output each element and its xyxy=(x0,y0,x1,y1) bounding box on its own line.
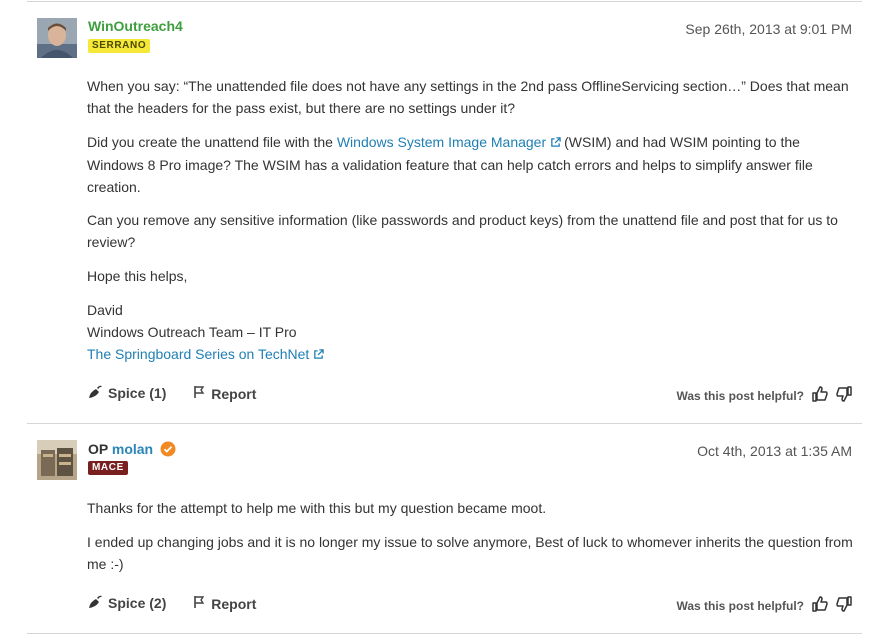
spice-button[interactable]: Spice (2) xyxy=(87,593,166,612)
report-button[interactable]: Report xyxy=(192,385,256,402)
helpful-prompt: Was this post helpful? xyxy=(676,596,852,615)
report-label: Report xyxy=(211,385,257,402)
report-button[interactable]: Report xyxy=(192,595,256,612)
signature-team: Windows Outreach Team – IT Pro xyxy=(87,324,297,340)
post-actions: Spice (1) Report xyxy=(87,383,278,402)
op-label: OP xyxy=(88,441,108,457)
divider xyxy=(27,423,862,424)
author-name[interactable]: WinOutreach4 xyxy=(88,18,183,34)
post-paragraph: Thanks for the attempt to help me with t… xyxy=(87,500,547,516)
helpful-label: Was this post helpful? xyxy=(676,388,804,403)
post-date[interactable]: Sep 26th, 2013 at 9:01 PM xyxy=(685,21,852,37)
helpful-label: Was this post helpful? xyxy=(676,598,804,613)
spice-label: Spice (2) xyxy=(108,594,167,611)
post-paragraph: Hope this helps, xyxy=(87,268,188,284)
thumbs-down-icon[interactable] xyxy=(836,596,852,615)
springboard-link[interactable]: The Springboard Series on TechNet xyxy=(87,346,309,362)
pepper-icon xyxy=(87,593,108,612)
post-paragraph: Did you create the unattend file with th… xyxy=(87,131,857,198)
post-paragraph: When you say: “The unattended file does … xyxy=(87,78,849,116)
rank-badge: SERRANO xyxy=(88,39,151,53)
thumbs-up-icon[interactable] xyxy=(812,596,828,615)
flag-icon xyxy=(192,595,211,612)
text-segment: Did you create the unattend file with th… xyxy=(87,134,337,150)
spice-label: Spice (1) xyxy=(108,384,167,401)
divider-bottom xyxy=(27,633,862,634)
thumbs-down-icon[interactable] xyxy=(836,386,852,405)
pepper-icon xyxy=(87,383,108,402)
rank-badge: MACE xyxy=(88,461,128,475)
signature: David Windows Outreach Team – IT Pro The… xyxy=(87,299,857,366)
post-date[interactable]: Oct 4th, 2013 at 1:35 AM xyxy=(697,443,852,459)
wsim-link[interactable]: Windows System Image Manager xyxy=(337,134,546,150)
verified-badge-icon xyxy=(160,441,176,461)
helpful-prompt: Was this post helpful? xyxy=(676,386,852,405)
author-line: WinOutreach4 xyxy=(88,17,183,35)
external-link-icon xyxy=(313,344,325,366)
signature-name: David xyxy=(87,302,123,318)
report-label: Report xyxy=(211,595,257,612)
flag-icon xyxy=(192,385,211,402)
avatar[interactable] xyxy=(37,440,77,480)
post-paragraph: I ended up changing jobs and it is no lo… xyxy=(87,534,853,572)
avatar[interactable] xyxy=(37,18,77,58)
spice-button[interactable]: Spice (1) xyxy=(87,383,166,402)
post-actions: Spice (2) Report xyxy=(87,593,278,612)
divider-top xyxy=(27,1,862,2)
post-paragraph: Can you remove any sensitive information… xyxy=(87,212,838,250)
author-line: OP molan xyxy=(88,440,176,461)
author-name[interactable]: molan xyxy=(112,441,153,457)
thumbs-up-icon[interactable] xyxy=(812,386,828,405)
external-link-icon xyxy=(550,132,561,154)
